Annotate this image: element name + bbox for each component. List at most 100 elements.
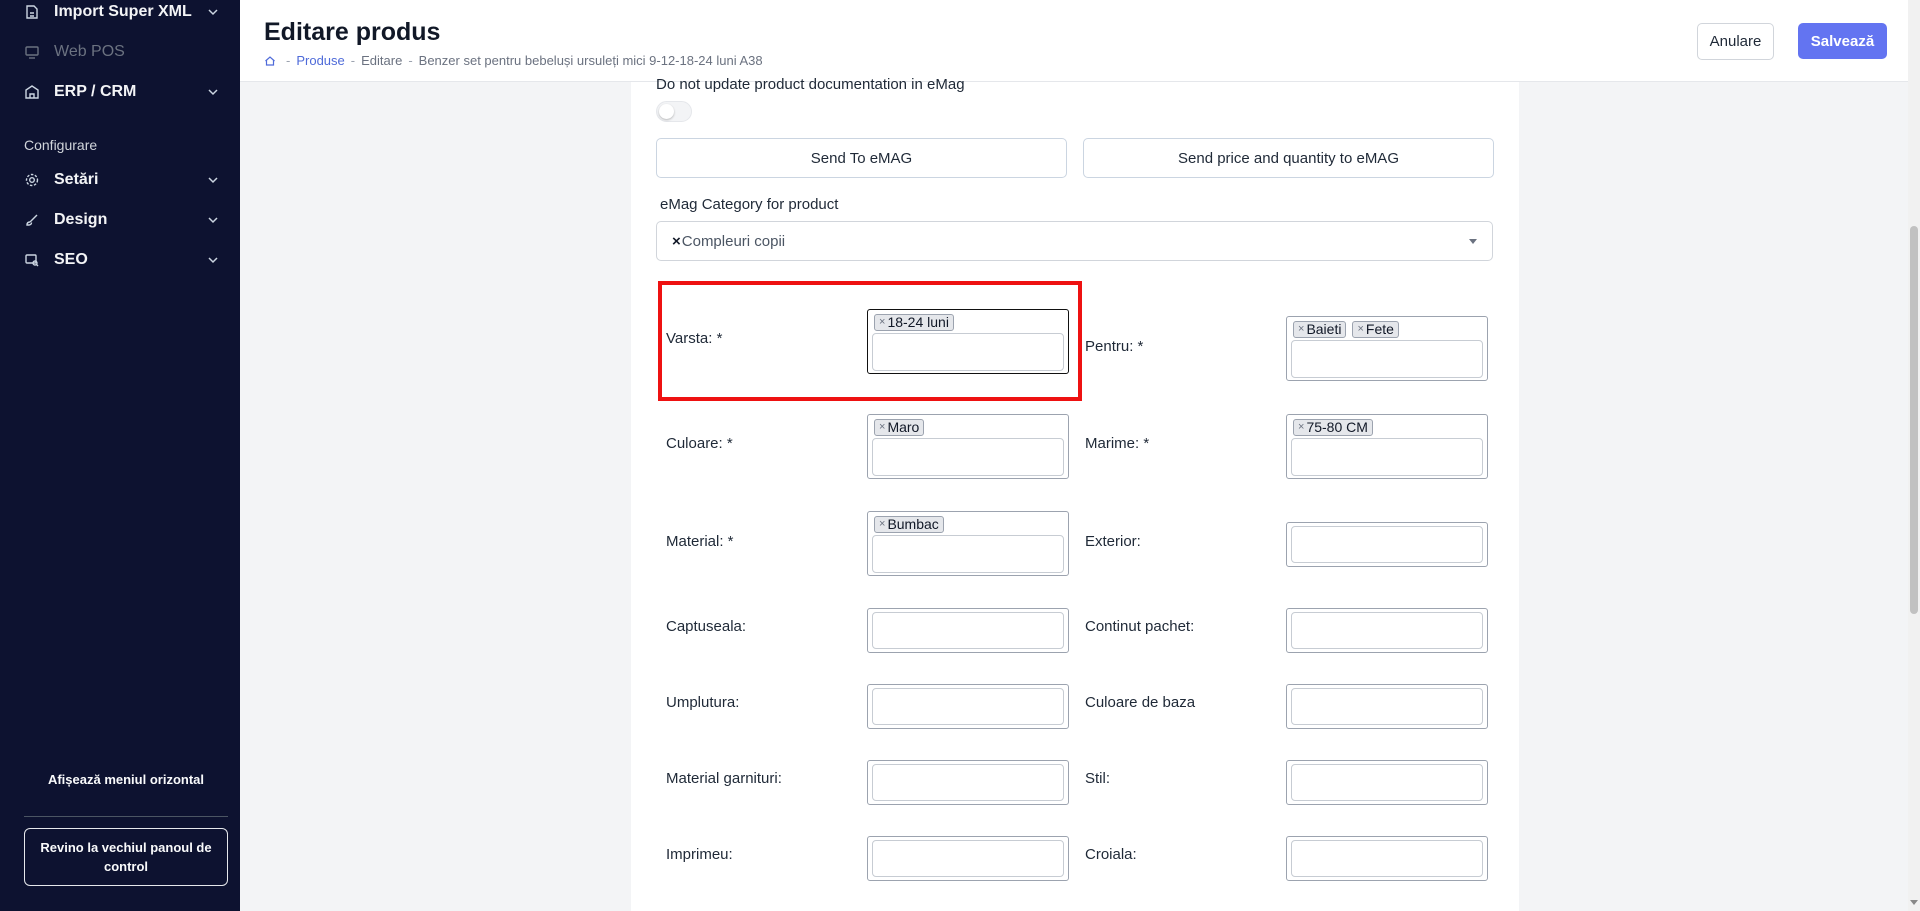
remove-tag-icon[interactable]: ×	[879, 315, 885, 330]
label-captuseala: Captuseala:	[666, 618, 747, 635]
label-continut-pachet: Continut pachet:	[1085, 618, 1195, 635]
sidebar-item-setari[interactable]: Setări	[24, 165, 220, 195]
varsta-search-input[interactable]	[872, 333, 1064, 371]
pentru-multiselect[interactable]: × Baieti × Fete	[1286, 316, 1488, 381]
remove-tag-icon[interactable]: ×	[1298, 322, 1304, 337]
horizontal-menu-toggle[interactable]: Afișează meniul orizontal	[24, 772, 228, 787]
page-header: Editare produs - Produse - Editare - Ben…	[240, 0, 1920, 82]
sidebar-item-design[interactable]: Design	[24, 205, 220, 235]
label-umplutura: Umplutura:	[666, 694, 740, 711]
captuseala-search-input[interactable]	[872, 612, 1064, 649]
remove-tag-icon[interactable]: ×	[879, 517, 885, 532]
send-to-emag-button[interactable]: Send To eMAG	[656, 138, 1067, 178]
monitor-icon	[24, 44, 40, 60]
imprimeu-multiselect[interactable]	[867, 836, 1069, 881]
sidebar-item-erp-crm[interactable]: ERP / CRM	[24, 77, 220, 107]
sidebar-item-label: SEO	[54, 251, 88, 268]
send-price-quantity-button[interactable]: Send price and quantity to eMAG	[1083, 138, 1494, 178]
material-garnituri-search-input[interactable]	[872, 764, 1064, 801]
umplutura-search-input[interactable]	[872, 688, 1064, 725]
captuseala-multiselect[interactable]	[867, 608, 1069, 653]
croiala-multiselect[interactable]	[1286, 836, 1488, 881]
section-label-configurare: Configurare	[24, 137, 98, 153]
imprimeu-search-input[interactable]	[872, 840, 1064, 877]
search-monitor-icon	[24, 252, 40, 268]
category-value: Compleuri copii	[681, 233, 786, 250]
stil-search-input[interactable]	[1291, 764, 1483, 801]
remove-tag-icon[interactable]: ×	[1298, 420, 1304, 435]
tag-chip: × Maro	[874, 418, 925, 436]
chevron-down-icon	[206, 213, 220, 227]
label-varsta: Varsta: *	[666, 330, 723, 347]
brush-icon	[24, 212, 40, 228]
sidebar-divider	[24, 816, 228, 817]
page-title: Editare produs	[264, 18, 441, 46]
tag-chip: × Baieti	[1293, 320, 1347, 338]
varsta-multiselect[interactable]: × 18-24 luni	[867, 309, 1069, 374]
continut-pachet-search-input[interactable]	[1291, 612, 1483, 649]
umplutura-multiselect[interactable]	[867, 684, 1069, 729]
scroll-down-arrow-icon[interactable]	[1910, 900, 1918, 905]
stil-multiselect[interactable]	[1286, 760, 1488, 805]
tag-chip: × Bumbac	[874, 515, 944, 533]
sidebar-item-web-pos: Web POS	[24, 37, 220, 67]
emag-doc-toggle[interactable]	[656, 101, 692, 122]
chevron-down-icon	[206, 253, 220, 267]
continut-pachet-multiselect[interactable]	[1286, 608, 1488, 653]
material-multiselect[interactable]: × Bumbac	[867, 511, 1069, 576]
culoare-de-baza-search-input[interactable]	[1291, 688, 1483, 725]
category-selection: ×Compleuri copii	[672, 233, 785, 250]
old-panel-button[interactable]: Revino la vechiul panoul de control	[24, 828, 228, 886]
category-remove-icon[interactable]: ×	[672, 233, 681, 250]
marime-multiselect[interactable]: × 75-80 CM	[1286, 414, 1488, 479]
sidebar-item-label: Design	[54, 211, 108, 228]
culoare-multiselect[interactable]: × Maro	[867, 414, 1069, 479]
home-icon[interactable]	[264, 55, 276, 67]
material-garnituri-multiselect[interactable]	[867, 760, 1069, 805]
label-material: Material: *	[666, 533, 734, 550]
tag-chip: × 75-80 CM	[1293, 418, 1373, 436]
dropdown-arrow-icon	[1469, 239, 1477, 244]
sidebar-item-seo[interactable]: SEO	[24, 245, 220, 275]
emag-category-select[interactable]: ×Compleuri copii	[656, 221, 1493, 261]
breadcrumb-separator: -	[350, 53, 356, 68]
sidebar: Import Super XML Web POS ERP / CRM Confi…	[0, 0, 240, 911]
label-material-garnituri: Material garnituri:	[666, 770, 782, 787]
breadcrumb-produse[interactable]: Produse	[296, 53, 344, 68]
chevron-down-icon	[206, 5, 220, 19]
gear-icon	[24, 172, 40, 188]
breadcrumb-editare: Editare	[361, 53, 403, 68]
building-icon	[24, 84, 40, 100]
label-culoare: Culoare: *	[666, 435, 733, 452]
label-imprimeu: Imprimeu:	[666, 846, 733, 863]
pentru-search-input[interactable]	[1291, 340, 1483, 378]
tag-chip: × 18-24 luni	[874, 313, 954, 331]
sidebar-item-label: ERP / CRM	[54, 83, 137, 100]
culoare-de-baza-multiselect[interactable]	[1286, 684, 1488, 729]
culoare-search-input[interactable]	[872, 438, 1064, 476]
scrollbar-thumb[interactable]	[1910, 226, 1918, 614]
emag-doc-toggle-label: Do not update product documentation in e…	[656, 76, 965, 93]
sidebar-item-label: Setări	[54, 171, 99, 188]
chevron-down-icon	[206, 85, 220, 99]
croiala-search-input[interactable]	[1291, 840, 1483, 877]
breadcrumb-separator: -	[286, 53, 291, 68]
marime-search-input[interactable]	[1291, 438, 1483, 476]
sidebar-item-label: Import Super XML	[54, 3, 192, 20]
sidebar-item-import-super-xml[interactable]: Import Super XML	[24, 0, 220, 27]
breadcrumb-product-name: Benzer set pentru bebeluși ursuleți mici…	[418, 53, 763, 68]
label-stil: Stil:	[1085, 770, 1111, 787]
breadcrumb-separator: -	[408, 53, 413, 68]
remove-tag-icon[interactable]: ×	[879, 420, 885, 435]
exterior-multiselect[interactable]	[1286, 522, 1488, 567]
remove-tag-icon[interactable]: ×	[1357, 322, 1363, 337]
exterior-search-input[interactable]	[1291, 526, 1483, 563]
breadcrumb: - Produse - Editare - Benzer set pentru …	[264, 53, 763, 68]
save-button[interactable]: Salvează	[1798, 23, 1887, 59]
label-pentru: Pentru: *	[1085, 338, 1144, 355]
import-icon	[24, 4, 40, 20]
cancel-button[interactable]: Anulare	[1697, 23, 1774, 60]
label-exterior: Exterior:	[1085, 533, 1141, 550]
label-croiala: Croiala:	[1085, 846, 1137, 863]
material-search-input[interactable]	[872, 535, 1064, 573]
